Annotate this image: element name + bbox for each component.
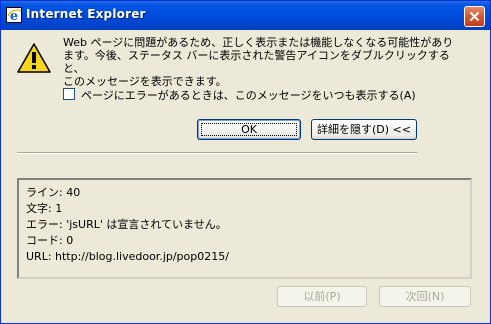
always-show-checkbox[interactable] — [63, 88, 75, 100]
always-show-label[interactable]: ページにエラーがあるときは、このメッセージをいつも表示する(A) — [81, 87, 416, 103]
detail-error: エラー: 'jsURL' は宣言されていません。 — [26, 218, 227, 231]
error-dialog: e Internet Explorer Web ページに問題があるため、正しく表… — [0, 0, 491, 324]
detail-url: URL: http://blog.livedoor.jp/pop0215/ — [26, 250, 229, 263]
detail-line: ライン: 40 — [26, 186, 81, 199]
warning-icon — [17, 43, 51, 77]
ok-button[interactable]: OK — [197, 119, 301, 140]
hide-details-button[interactable]: 詳細を隠す(D) << — [311, 119, 417, 140]
previous-label: 以前(P) — [303, 290, 341, 303]
message-line-2: ます。今後、ステータス バーに表示された警告アイコンをダブルクリックすると、 — [63, 49, 450, 75]
hide-details-label: 詳細を隠す(D) << — [317, 123, 411, 136]
separator — [17, 152, 417, 154]
close-icon — [469, 11, 480, 22]
next-label: 次回(N) — [405, 290, 445, 303]
window-title: Internet Explorer — [26, 7, 146, 21]
message-line-1: Web ページに問題があるため、正しく表示または機能しなくなる可能性があり — [63, 36, 454, 49]
title-bar[interactable]: e Internet Explorer — [1, 1, 490, 30]
close-button[interactable] — [464, 6, 485, 27]
next-button[interactable]: 次回(N) — [379, 286, 471, 307]
ie-logo-icon: e — [6, 7, 22, 24]
detail-char: 文字: 1 — [26, 202, 63, 215]
error-message: Web ページに問題があるため、正しく表示または機能しなくなる可能性があり ます… — [63, 36, 463, 88]
focus-rect — [201, 123, 297, 136]
details-panel: ライン: 40 文字: 1 エラー: 'jsURL' は宣言されていません。 コ… — [17, 178, 472, 279]
previous-button[interactable]: 以前(P) — [277, 286, 367, 307]
detail-code: コード: 0 — [26, 234, 74, 247]
